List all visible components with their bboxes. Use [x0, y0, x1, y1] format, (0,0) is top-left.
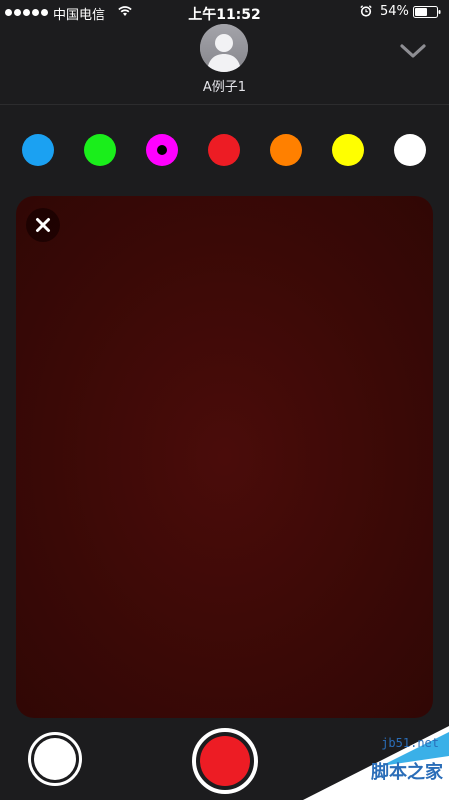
drawing-canvas[interactable]	[16, 196, 433, 718]
watermark-text: 脚本之家	[371, 762, 443, 783]
chevron-down-icon[interactable]	[398, 40, 428, 62]
color-swatch-blue[interactable]	[22, 134, 54, 166]
color-swatch-green[interactable]	[84, 134, 116, 166]
color-swatch-yellow[interactable]	[332, 134, 364, 166]
color-swatch-magenta[interactable]	[146, 134, 178, 166]
brush-size-button[interactable]	[28, 732, 82, 786]
close-icon	[36, 218, 50, 232]
color-palette	[0, 134, 449, 166]
watermark: jb51.net 脚本之家	[303, 726, 449, 800]
battery-icon	[413, 6, 441, 18]
contact-avatar[interactable]	[200, 24, 248, 72]
battery-percentage: 54%	[380, 4, 409, 19]
watermark-url: jb51.net	[381, 736, 439, 750]
color-swatch-orange[interactable]	[270, 134, 302, 166]
conversation-header: A例子1	[0, 22, 449, 105]
color-swatch-red[interactable]	[208, 134, 240, 166]
record-button[interactable]	[192, 728, 258, 794]
avatar-person-icon	[200, 24, 248, 72]
brush-preview	[34, 738, 76, 780]
record-indicator	[200, 736, 250, 786]
close-button[interactable]	[26, 208, 60, 242]
color-swatch-white[interactable]	[394, 134, 426, 166]
contact-name: A例子1	[202, 80, 247, 95]
alarm-icon	[360, 5, 372, 17]
